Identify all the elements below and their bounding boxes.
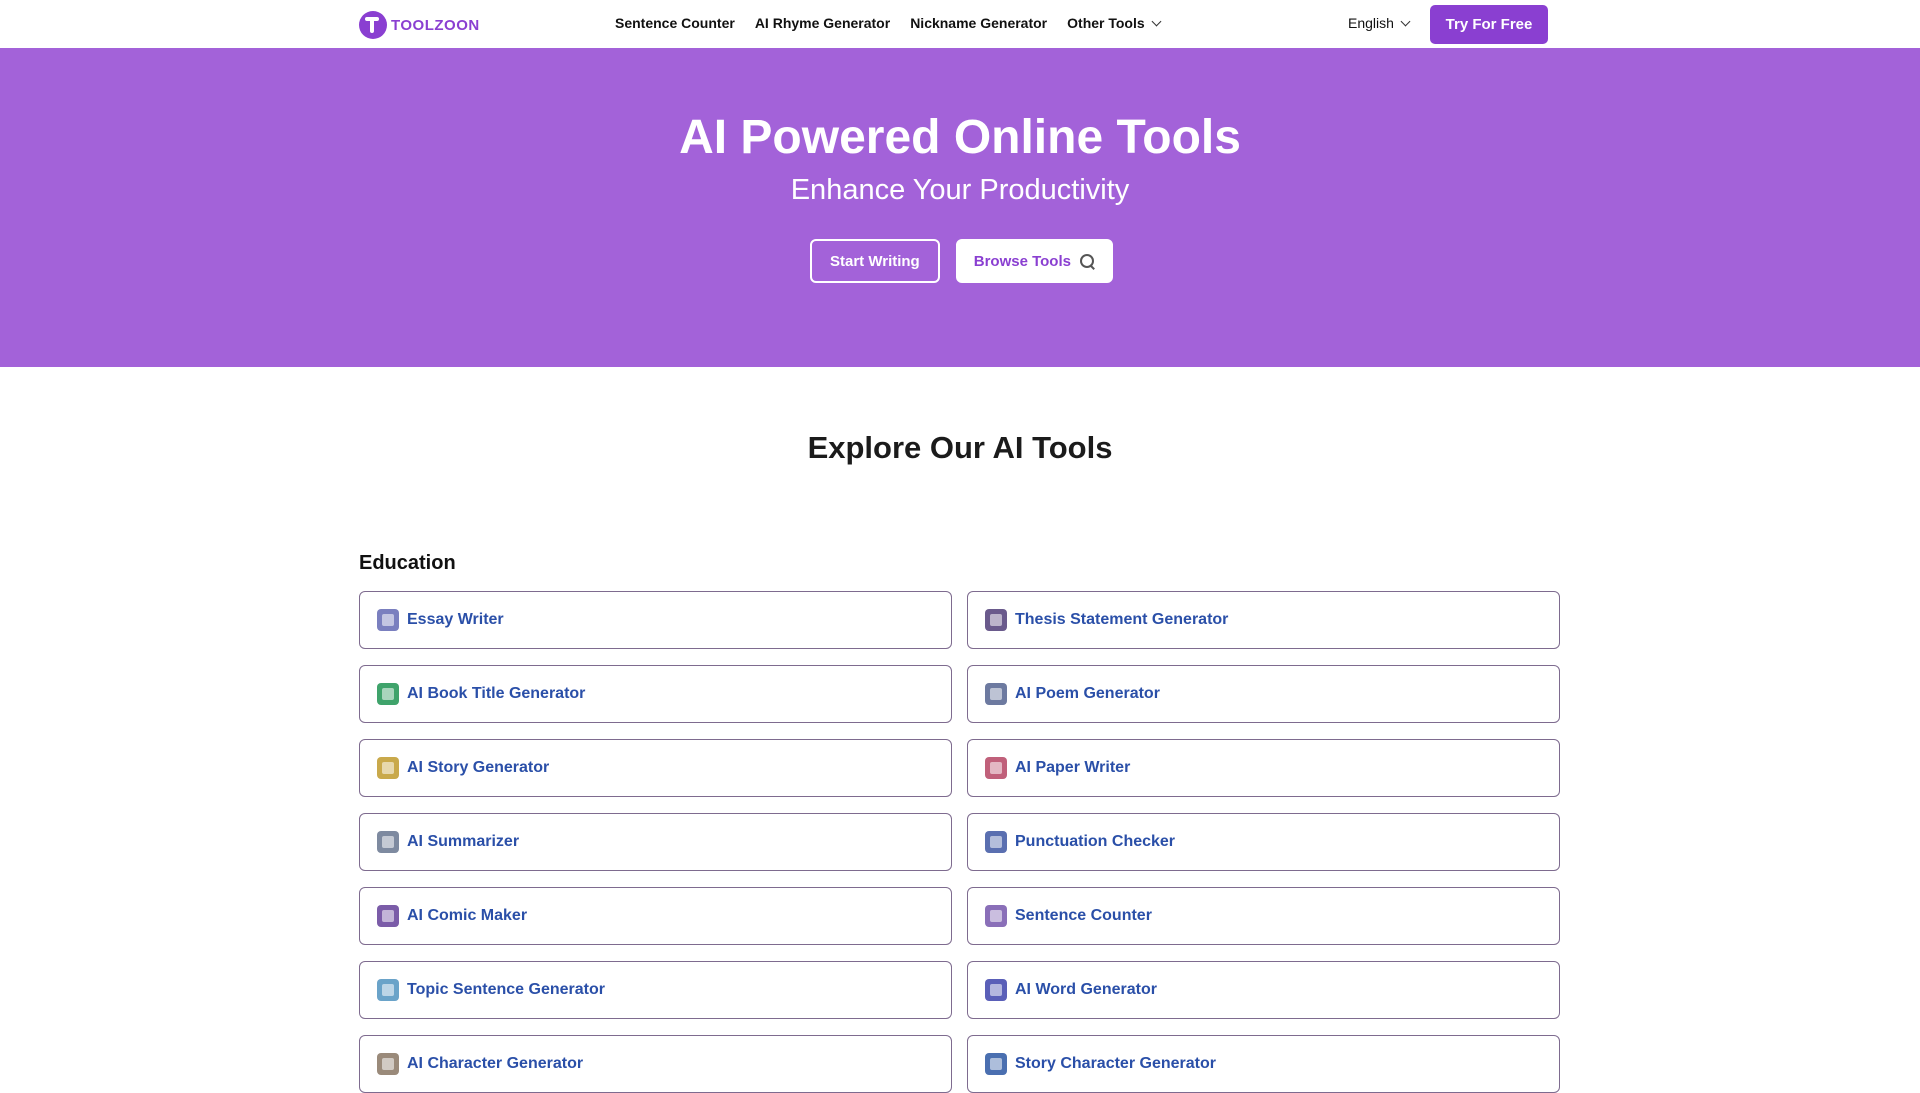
tool-card-label: Punctuation Checker: [1015, 833, 1176, 850]
try-for-free-button[interactable]: Try For Free: [1430, 5, 1548, 44]
thesis-icon: [985, 609, 1007, 631]
tool-card-label: AI Character Generator: [407, 1055, 584, 1072]
tool-card[interactable]: Topic Sentence Generator: [359, 961, 952, 1019]
tool-card[interactable]: Thesis Statement Generator: [967, 591, 1560, 649]
top-navbar: TOOLZOON Sentence Counter AI Rhyme Gener…: [0, 0, 1920, 48]
tool-card-label: AI Story Generator: [407, 759, 550, 776]
nav-links: Sentence Counter AI Rhyme Generator Nick…: [615, 15, 1162, 31]
tool-card[interactable]: AI Character Generator: [359, 1035, 952, 1093]
search-icon: [1079, 253, 1095, 269]
characters-icon: [985, 1053, 1007, 1075]
nav-link-other-tools[interactable]: Other Tools: [1067, 15, 1162, 31]
magnifier-icon: [985, 905, 1007, 927]
poem-icon: [985, 683, 1007, 705]
other-tools-label: Other Tools: [1067, 15, 1145, 31]
tool-card[interactable]: AI Summarizer: [359, 813, 952, 871]
tool-card-label: AI Poem Generator: [1015, 685, 1160, 702]
chevron-down-icon: [1400, 16, 1411, 27]
tool-card[interactable]: AI Book Title Generator: [359, 665, 952, 723]
toolzoon-logo-icon: [359, 11, 387, 39]
tool-card-label: Sentence Counter: [1015, 907, 1152, 924]
tool-card[interactable]: Story Character Generator: [967, 1035, 1560, 1093]
tool-card[interactable]: AI Paper Writer: [967, 739, 1560, 797]
tool-card-label: AI Summarizer: [407, 833, 520, 850]
nav-link-nickname-generator[interactable]: Nickname Generator: [910, 15, 1047, 31]
tool-card-label: Essay Writer: [407, 611, 504, 628]
topic-icon: [377, 979, 399, 1001]
section-title-education: Education: [359, 552, 456, 574]
hero-subtitle: Enhance Your Productivity: [790, 174, 1130, 206]
document-icon: [377, 609, 399, 631]
paper-pen-icon: [985, 757, 1007, 779]
tool-grid: Essay Writer Thesis Statement Generator AI…: [359, 591, 1560, 1093]
tool-card[interactable]: AI Comic Maker: [359, 887, 952, 945]
check-circle-icon: [985, 831, 1007, 853]
explore-title: Explore Our AI Tools: [807, 430, 1113, 465]
start-writing-button[interactable]: Start Writing: [810, 239, 940, 283]
book-icon: [377, 683, 399, 705]
tool-card-label: AI Paper Writer: [1015, 759, 1131, 776]
browse-tools-label: Browse Tools: [973, 252, 1071, 270]
tool-card[interactable]: Essay Writer: [359, 591, 952, 649]
tool-card[interactable]: AI Poem Generator: [967, 665, 1560, 723]
logo-text: TOOLZOON: [391, 16, 480, 34]
summarizer-icon: [377, 831, 399, 853]
tool-card[interactable]: AI Story Generator: [359, 739, 952, 797]
tool-card-label: AI Word Generator: [1015, 981, 1157, 998]
typewriter-icon: [377, 757, 399, 779]
word-icon: [985, 979, 1007, 1001]
nav-link-ai-rhyme-generator[interactable]: AI Rhyme Generator: [755, 15, 890, 31]
tool-card-label: Story Character Generator: [1015, 1055, 1216, 1072]
logo[interactable]: TOOLZOON: [359, 11, 480, 39]
hero-banner: AI Powered Online Tools Enhance Your Pro…: [0, 48, 1920, 367]
tool-card[interactable]: Sentence Counter: [967, 887, 1560, 945]
character-doc-icon: [377, 1053, 399, 1075]
tool-card-label: Thesis Statement Generator: [1015, 611, 1229, 628]
tool-card[interactable]: Punctuation Checker: [967, 813, 1560, 871]
tool-card-label: AI Book Title Generator: [407, 685, 586, 702]
hero-title: AI Powered Online Tools: [679, 111, 1241, 164]
language-label: English: [1348, 15, 1394, 31]
chevron-down-icon: [1151, 16, 1162, 27]
nav-link-sentence-counter[interactable]: Sentence Counter: [615, 15, 735, 31]
tool-card-label: AI Comic Maker: [407, 907, 528, 924]
tool-card-label: Topic Sentence Generator: [407, 981, 605, 998]
language-selector[interactable]: English: [1348, 15, 1411, 31]
comic-icon: [377, 905, 399, 927]
hero-buttons: Start Writing Browse Tools: [810, 239, 1113, 283]
tool-card[interactable]: AI Word Generator: [967, 961, 1560, 1019]
browse-tools-button[interactable]: Browse Tools: [955, 239, 1113, 283]
